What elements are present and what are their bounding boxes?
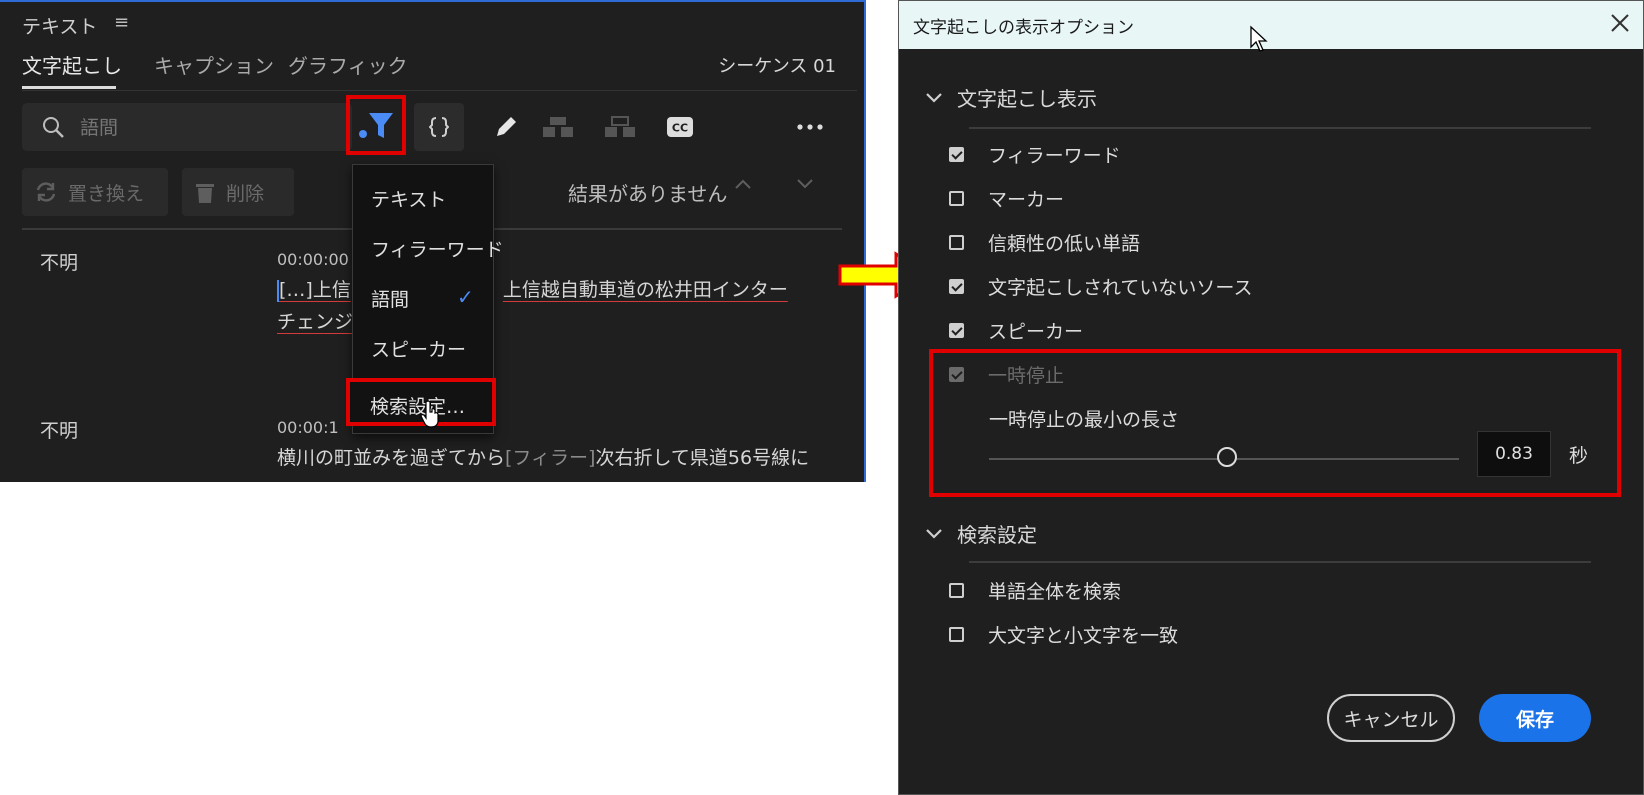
- speaker-label[interactable]: 不明: [40, 416, 78, 443]
- min-length-input[interactable]: [1477, 431, 1551, 477]
- transcript-display-options-dialog: 文字起こしの表示オプション 文字起こし表示 フィラーワード マーカー 信頼性の低…: [898, 0, 1644, 795]
- close-icon[interactable]: [1609, 12, 1631, 34]
- segment-word[interactable]: 次右折して県道56号線に: [595, 447, 809, 469]
- filter-button[interactable]: [346, 95, 406, 155]
- cancel-button[interactable]: キャンセル: [1327, 694, 1455, 742]
- segment-timecode: 00:00:1: [277, 418, 339, 437]
- save-button[interactable]: 保存: [1479, 694, 1591, 742]
- cc-icon: CC: [667, 117, 693, 137]
- tab-graphic[interactable]: グラフィック: [288, 50, 408, 79]
- tab-caption[interactable]: キャプション: [154, 50, 274, 79]
- hamburger-icon[interactable]: ≡: [114, 12, 129, 33]
- search-input[interactable]: [78, 103, 342, 153]
- replace-label: 置き換え: [68, 182, 145, 205]
- delete-label: 削除: [226, 182, 265, 205]
- edit-button[interactable]: [486, 103, 526, 151]
- menu-item-text[interactable]: テキスト: [371, 185, 446, 212]
- section-divider: [969, 127, 1591, 129]
- option-label: マーカー: [988, 189, 1065, 211]
- speaker-label[interactable]: 不明: [40, 248, 78, 275]
- replace-icon: [36, 182, 56, 202]
- delete-button[interactable]: 削除: [182, 168, 294, 216]
- slider-thumb[interactable]: [1217, 447, 1237, 467]
- segment-word[interactable]: […]上信: [279, 279, 351, 301]
- seconds-unit: 秒: [1569, 445, 1589, 467]
- option-match-case[interactable]: 大文字と小文字を一致: [949, 621, 1178, 648]
- text-panel: テキスト ≡ 文字起こし キャプション グラフィック シーケンス 01 語間 C…: [0, 0, 866, 482]
- dialog-titlebar[interactable]: 文字起こしの表示オプション: [899, 1, 1643, 52]
- active-tab-indicator: [22, 86, 116, 89]
- option-filler-words[interactable]: フィラーワード: [949, 141, 1121, 168]
- create-captions-button[interactable]: CC: [660, 103, 700, 151]
- checkbox-filler-words[interactable]: [949, 147, 964, 162]
- segment-text[interactable]: 横川の町並みを過ぎてから[フィラー]次右折して県道56号線に: [277, 442, 809, 474]
- results-status: 結果がありません: [568, 182, 728, 206]
- segment-word[interactable]: 横川の町並みを過ぎてから: [277, 447, 505, 469]
- option-label: 一時停止: [988, 365, 1065, 387]
- section-title: 文字起こし表示: [957, 87, 1097, 111]
- split-blocks-icon: [605, 116, 635, 137]
- dialog-title: 文字起こしの表示オプション: [913, 18, 1134, 38]
- merge-icon: [543, 117, 573, 137]
- menu-item-pauses[interactable]: 語間: [371, 285, 409, 312]
- checkbox-speaker[interactable]: [949, 323, 964, 338]
- option-low-confidence[interactable]: 信頼性の低い単語: [949, 229, 1140, 256]
- search-box[interactable]: [22, 103, 352, 153]
- option-label: スピーカー: [988, 321, 1084, 343]
- filter-icon: [359, 113, 393, 138]
- merge-segments-button[interactable]: [538, 103, 578, 151]
- chevron-up-icon[interactable]: [734, 178, 752, 190]
- option-label: フィラーワード: [988, 145, 1121, 167]
- checkbox-untranscribed-source[interactable]: [949, 279, 964, 294]
- option-label: 大文字と小文字を一致: [988, 625, 1179, 647]
- checkmark-icon: ✓: [457, 285, 474, 309]
- tabs-divider: [22, 90, 857, 91]
- section-transcript-display[interactable]: 文字起こし表示: [925, 83, 1097, 112]
- split-icon: [429, 117, 449, 137]
- chevron-down-icon[interactable]: [796, 178, 814, 190]
- checkbox-whole-word[interactable]: [949, 583, 964, 598]
- chevron-down-icon: [926, 92, 942, 103]
- more-options-button[interactable]: [790, 103, 830, 151]
- option-pause[interactable]: 一時停止: [949, 361, 1064, 388]
- replace-button[interactable]: 置き換え: [22, 168, 168, 216]
- hand-pointer-icon: [420, 400, 439, 428]
- checkbox-markers[interactable]: [949, 191, 964, 206]
- section-title: 検索設定: [957, 523, 1037, 547]
- filler-tag[interactable]: [フィラー]: [505, 447, 595, 469]
- svg-text:CC: CC: [672, 122, 688, 135]
- ellipsis-icon: [797, 124, 823, 130]
- sequence-name: シーケンス 01: [718, 56, 836, 77]
- section-divider: [969, 561, 1591, 563]
- split-segment-button[interactable]: [414, 103, 464, 151]
- section-search-settings[interactable]: 検索設定: [925, 519, 1037, 548]
- option-whole-word[interactable]: 単語全体を検索: [949, 577, 1121, 604]
- menu-item-filler-words[interactable]: フィラーワード: [371, 235, 504, 262]
- option-label: 文字起こしされていないソース: [988, 277, 1253, 299]
- mouse-cursor-icon: [1250, 25, 1268, 52]
- panel-title: テキスト: [22, 16, 98, 38]
- option-speaker[interactable]: スピーカー: [949, 317, 1083, 344]
- option-label: 単語全体を検索: [988, 581, 1122, 603]
- tab-transcript[interactable]: 文字起こし: [22, 50, 122, 79]
- split-segments-button[interactable]: [600, 103, 640, 151]
- trash-icon: [196, 184, 214, 203]
- min-length-label: 一時停止の最小の長さ: [989, 409, 1180, 431]
- option-label: 信頼性の低い単語: [988, 233, 1141, 255]
- pencil-icon: [497, 117, 516, 136]
- segment-word[interactable]: 上信越自動車道の松井田インター: [503, 279, 788, 301]
- option-untranscribed-source[interactable]: 文字起こしされていないソース: [949, 273, 1252, 300]
- search-icon: [43, 117, 64, 138]
- menu-item-speaker[interactable]: スピーカー: [371, 335, 466, 362]
- segment-timecode: 00:00:00: [277, 250, 349, 269]
- checkbox-pause[interactable]: [949, 367, 964, 382]
- menu-item-label: 検索設定…: [370, 396, 466, 418]
- checkbox-low-confidence[interactable]: [949, 235, 964, 250]
- chevron-down-icon: [926, 528, 942, 539]
- option-markers[interactable]: マーカー: [949, 185, 1064, 212]
- checkbox-match-case[interactable]: [949, 627, 964, 642]
